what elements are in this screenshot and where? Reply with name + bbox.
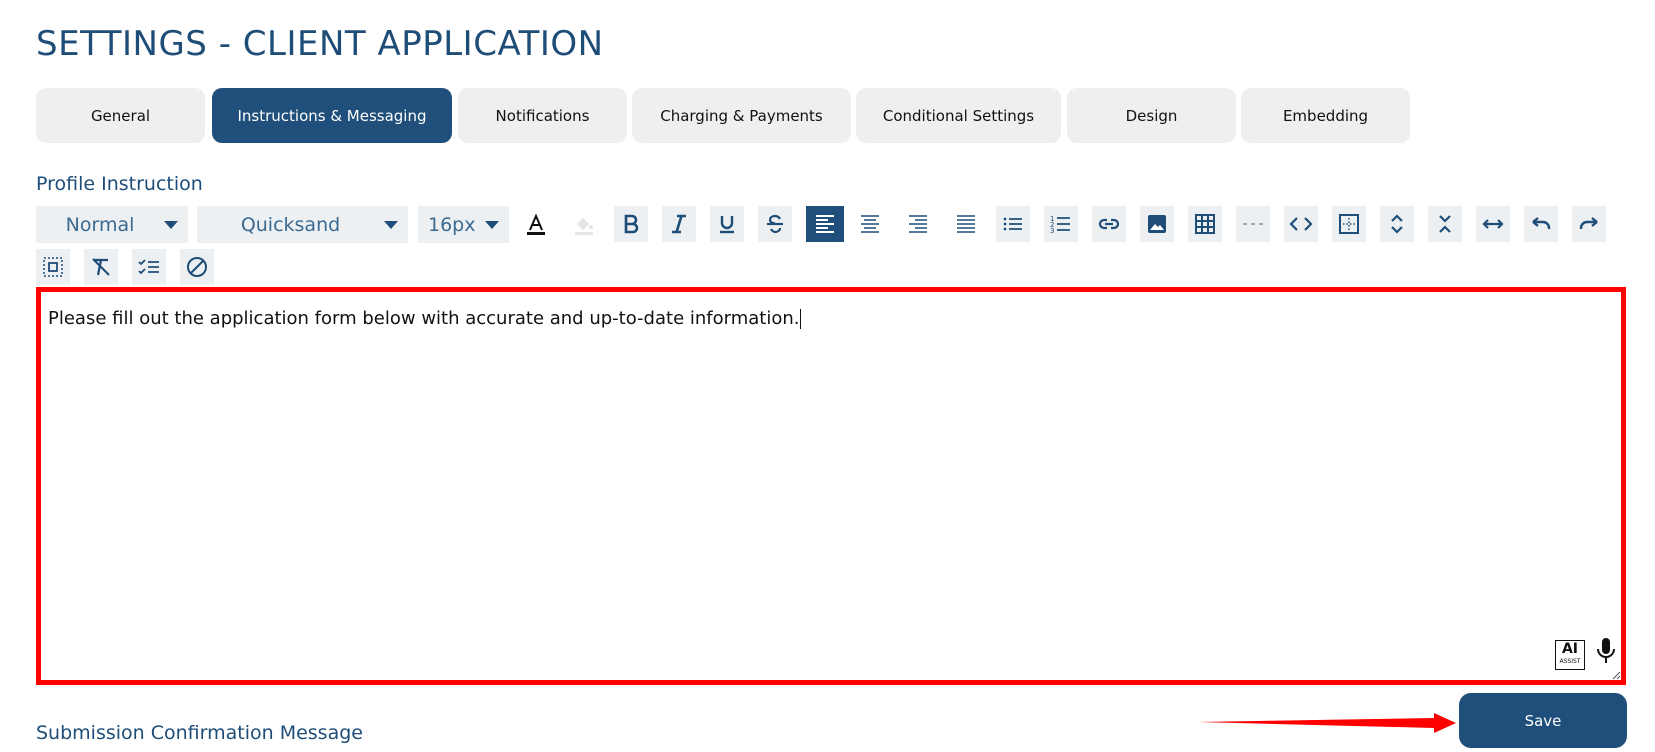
- tab-general[interactable]: General: [36, 88, 205, 143]
- collapse-vertical-icon: [1439, 215, 1451, 233]
- tab-instructions-messaging[interactable]: Instructions & Messaging: [212, 88, 452, 143]
- align-center-icon: [861, 215, 879, 233]
- svg-text:3: 3: [1050, 227, 1054, 235]
- chevron-down-icon: [384, 220, 398, 229]
- image-button[interactable]: [1140, 206, 1174, 242]
- resize-handle-icon[interactable]: [1611, 670, 1621, 680]
- undo-icon: [1532, 217, 1551, 229]
- save-button[interactable]: Save: [1459, 693, 1627, 748]
- numbered-list-button[interactable]: 123: [1044, 206, 1078, 242]
- numbered-list-icon: 123: [1050, 215, 1070, 235]
- bulleted-list-icon: [1003, 217, 1022, 231]
- profile-instruction-label: Profile Instruction: [36, 173, 203, 195]
- checklist-icon: [138, 259, 159, 275]
- collapse-vertical-button[interactable]: [1428, 206, 1462, 242]
- tab-charging-payments[interactable]: Charging & Payments: [632, 88, 851, 143]
- tab-conditional-settings[interactable]: Conditional Settings: [856, 88, 1061, 143]
- link-button[interactable]: [1092, 206, 1126, 242]
- ai-assist-small-label: ASSIST: [1559, 658, 1581, 665]
- tab-design[interactable]: Design: [1067, 88, 1236, 143]
- highlight-color-button[interactable]: [567, 206, 601, 242]
- strikethrough-icon: [767, 214, 783, 234]
- align-left-icon: [816, 215, 834, 233]
- tab-notifications[interactable]: Notifications: [458, 88, 627, 143]
- align-center-button[interactable]: [853, 206, 887, 242]
- bulleted-list-button[interactable]: [996, 206, 1030, 242]
- font-size-select[interactable]: 16px: [418, 206, 509, 243]
- code-icon: [1289, 217, 1313, 231]
- show-blocks-icon: [1339, 214, 1359, 234]
- microphone-icon[interactable]: [1595, 636, 1617, 666]
- horizontal-rule-button[interactable]: [1236, 206, 1270, 242]
- italic-icon: [672, 214, 686, 234]
- clear-format-icon: [92, 258, 110, 276]
- chevron-down-icon: [164, 220, 178, 229]
- show-blocks-button[interactable]: [1332, 206, 1366, 242]
- editor-content[interactable]: Please fill out the application form bel…: [48, 308, 802, 329]
- align-justify-icon: [957, 215, 975, 233]
- underline-button[interactable]: [710, 206, 744, 242]
- align-right-icon: [909, 215, 927, 233]
- align-left-button[interactable]: [806, 206, 844, 242]
- table-icon: [1195, 214, 1215, 234]
- full-width-button[interactable]: [1476, 206, 1510, 242]
- strikethrough-button[interactable]: [758, 206, 792, 242]
- profile-instruction-editor[interactable]: Please fill out the application form bel…: [36, 287, 1626, 685]
- font-family-select[interactable]: Quicksand: [197, 206, 408, 243]
- prohibit-icon: [187, 257, 207, 277]
- checklist-button[interactable]: [132, 249, 166, 285]
- block-format-value: Normal: [65, 213, 135, 236]
- select-all-icon: [43, 257, 63, 277]
- remove-format-button[interactable]: [84, 249, 118, 285]
- code-view-button[interactable]: [1284, 206, 1318, 242]
- ai-assist-big-label: AI: [1561, 641, 1579, 657]
- block-format-select[interactable]: Normal: [36, 206, 188, 243]
- text-color-button[interactable]: [519, 206, 553, 242]
- disable-button[interactable]: [180, 249, 214, 285]
- bold-icon: [624, 214, 639, 234]
- horizontal-rule-icon: [1243, 223, 1263, 225]
- font-family-value: Quicksand: [240, 213, 341, 236]
- annotation-arrow: [1198, 713, 1456, 733]
- text-color-icon: [527, 213, 545, 235]
- select-all-button[interactable]: [36, 249, 70, 285]
- text-cursor: [800, 309, 802, 329]
- expand-vertical-icon: [1391, 214, 1403, 234]
- align-justify-button[interactable]: [949, 206, 983, 242]
- redo-button[interactable]: [1572, 206, 1606, 242]
- chevron-down-icon: [485, 220, 499, 229]
- redo-icon: [1579, 217, 1598, 229]
- bold-button[interactable]: [614, 206, 648, 242]
- image-icon: [1148, 215, 1166, 233]
- undo-button[interactable]: [1524, 206, 1558, 242]
- underline-icon: [720, 216, 734, 234]
- horizontal-arrows-icon: [1482, 219, 1504, 229]
- page-title: SETTINGS - CLIENT APPLICATION: [36, 24, 604, 64]
- italic-button[interactable]: [662, 206, 696, 242]
- tab-embedding[interactable]: Embedding: [1241, 88, 1410, 143]
- expand-vertical-button[interactable]: [1380, 206, 1414, 242]
- submission-confirmation-label: Submission Confirmation Message: [36, 722, 363, 744]
- ai-assist-button[interactable]: AI ASSIST: [1555, 640, 1585, 670]
- paint-bucket-icon: [575, 218, 593, 235]
- table-button[interactable]: [1188, 206, 1222, 242]
- editor-text: Please fill out the application form bel…: [48, 308, 800, 329]
- link-icon: [1098, 218, 1120, 230]
- font-size-value: 16px: [428, 213, 476, 236]
- align-right-button[interactable]: [901, 206, 935, 242]
